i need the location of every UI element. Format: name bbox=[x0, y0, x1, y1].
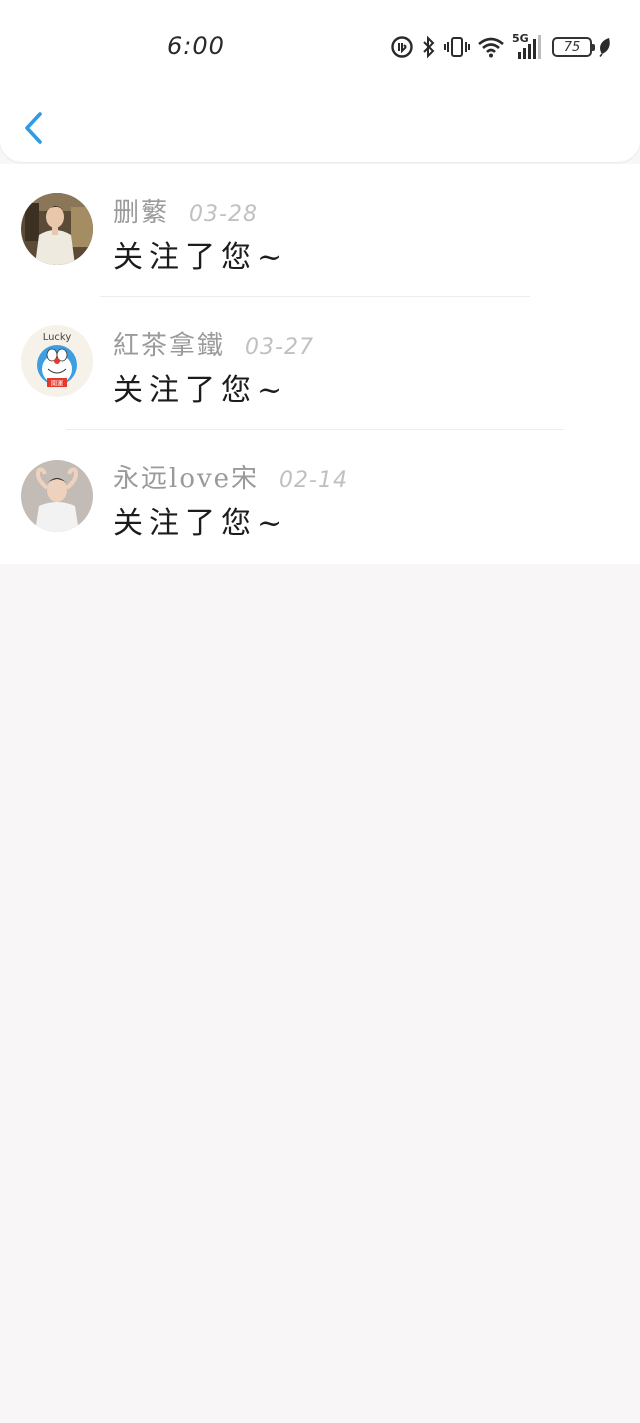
follower-notification-list: 删蘩 03-28 关注了您~ Lucky 開運 紅茶拿鐵 03-27 关注了您~… bbox=[0, 164, 640, 564]
notification-date: 03-27 bbox=[245, 335, 314, 360]
status-icons: 5G 75 bbox=[390, 32, 619, 61]
vibrate-icon bbox=[444, 35, 470, 59]
avatar[interactable] bbox=[21, 193, 93, 265]
back-button[interactable] bbox=[18, 108, 52, 148]
wifi-icon bbox=[477, 36, 505, 58]
bluetooth-icon bbox=[421, 35, 437, 59]
battery-level: 75 bbox=[563, 39, 581, 55]
notification-message: 关注了您~ bbox=[113, 240, 289, 275]
avatar[interactable] bbox=[21, 460, 93, 532]
avatar-badge-bottom: 開運 bbox=[51, 381, 63, 388]
notification-message: 关注了您~ bbox=[113, 506, 289, 541]
list-item[interactable]: 永远love宋 02-14 关注了您~ bbox=[0, 430, 640, 563]
user-name[interactable]: 紅茶拿鐵 bbox=[113, 325, 225, 362]
chevron-left-icon bbox=[25, 112, 42, 144]
user-name[interactable]: 删蘩 bbox=[113, 192, 169, 229]
avatar-badge-top: Lucky bbox=[43, 332, 72, 343]
status-time: 6:00 bbox=[167, 32, 225, 60]
item-meta: 紅茶拿鐵 03-27 bbox=[113, 325, 314, 362]
list-item[interactable]: Lucky 開運 紅茶拿鐵 03-27 关注了您~ bbox=[0, 297, 640, 430]
avatar[interactable]: Lucky 開運 bbox=[21, 325, 93, 397]
item-meta: 删蘩 03-28 bbox=[113, 192, 258, 229]
list-item[interactable]: 删蘩 03-28 关注了您~ bbox=[0, 164, 640, 297]
signal-icon: 5G bbox=[512, 32, 542, 60]
battery-icon: 75 bbox=[552, 37, 595, 57]
status-bar: 6:00 5G 75 bbox=[0, 0, 640, 95]
notification-date: 03-28 bbox=[189, 202, 258, 227]
data-saver-icon bbox=[390, 35, 414, 59]
notification-date: 02-14 bbox=[279, 468, 348, 493]
item-meta: 永远love宋 02-14 bbox=[113, 458, 348, 495]
leaf-icon bbox=[598, 37, 612, 57]
top-bar: 6:00 5G 75 bbox=[0, 0, 640, 162]
notification-message: 关注了您~ bbox=[113, 373, 289, 408]
user-name[interactable]: 永远love宋 bbox=[113, 458, 259, 495]
